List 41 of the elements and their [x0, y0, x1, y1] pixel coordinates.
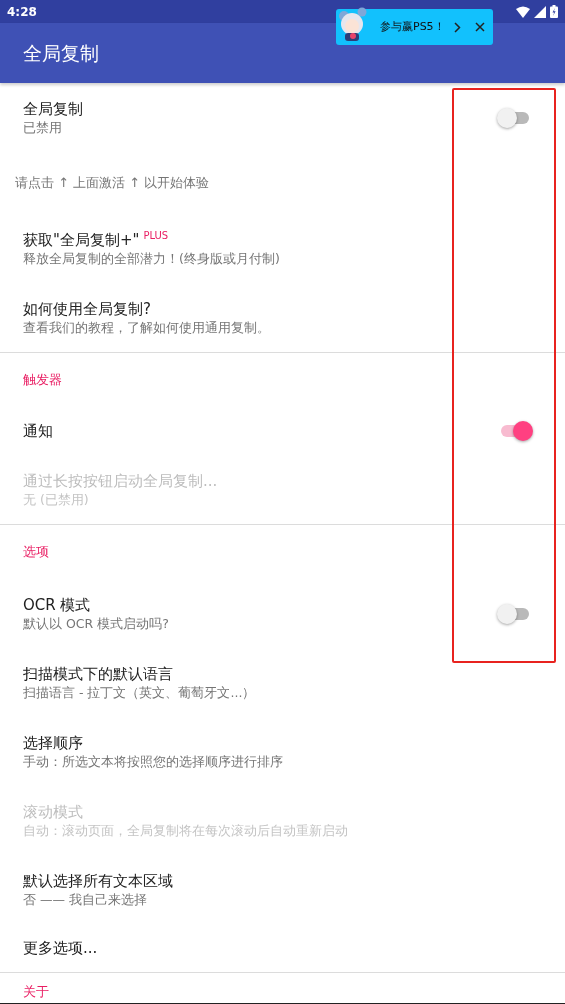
preference-title: 扫描模式下的默认语言	[23, 663, 173, 684]
section-header: 选项	[23, 543, 49, 562]
promo-text: 参与赢PS5！	[380, 18, 446, 35]
section-header: 关于	[23, 983, 49, 1002]
signal-icon	[534, 5, 546, 18]
preference-title: 获取"全局复制+"	[23, 229, 140, 250]
hint-text: 请点击 ↑ 上面激活 ↑ 以开始体验	[15, 174, 210, 193]
preference-title: 更多选项...	[23, 938, 98, 958]
plus-label: PLUS	[143, 229, 169, 242]
preference-row[interactable]: OCR 模式 默认以 OCR 模式启动吗?	[0, 579, 565, 648]
preference-title: 全局复制	[23, 98, 83, 119]
preference-title: OCR 模式	[23, 594, 91, 615]
chevron-right-icon[interactable]	[454, 21, 461, 33]
preference-summary: 否 —— 我自己来选择	[23, 890, 148, 909]
preference-summary: 默认以 OCR 模式启动吗?	[23, 614, 170, 633]
preference-title: 默认选择所有文本区域	[23, 870, 173, 891]
preference-row[interactable]: 通知	[0, 407, 565, 455]
promo-banner[interactable]: 参与赢PS5！	[336, 9, 493, 45]
status-time: 4:28	[7, 3, 37, 21]
preference-summary: 扫描语言 - 拉丁文（英文、葡萄牙文...）	[23, 683, 257, 702]
preference-title: 滚动模式	[23, 801, 83, 822]
preference-row[interactable]: 全局复制 已禁用	[0, 83, 565, 152]
app-title: 全局复制	[23, 40, 99, 66]
preference-row[interactable]: 更多选项...	[0, 924, 565, 972]
battery-icon	[550, 5, 558, 18]
close-icon[interactable]	[475, 22, 485, 32]
preference-summary: 释放全局复制的全部潜力！(终身版或月付制)	[23, 249, 281, 268]
preference-row[interactable]: 扫描模式下的默认语言 扫描语言 - 拉丁文（英文、葡萄牙文...）	[0, 648, 565, 717]
section-header: 触发器	[23, 371, 62, 390]
preference-title: 如何使用全局复制?	[23, 298, 151, 319]
preference-row[interactable]: 默认选择所有文本区域 否 —— 我自己来选择	[0, 855, 565, 924]
wifi-icon	[516, 5, 530, 18]
preference-summary: 已禁用	[23, 118, 63, 137]
preference-row[interactable]: 选择顺序 手动：所选文本将按照您的选择顺序进行排序	[0, 717, 565, 786]
preference-summary: 查看我们的教程，了解如何使用通用复制。	[23, 318, 271, 337]
preference-summary: 手动：所选文本将按照您的选择顺序进行排序	[23, 752, 284, 771]
preference-title: 选择顺序	[23, 732, 83, 753]
preference-title: 通知	[23, 421, 53, 441]
preference-row[interactable]: 如何使用全局复制? 查看我们的教程，了解如何使用通用复制。	[0, 283, 565, 352]
preference-row[interactable]: 获取"全局复制+" PLUS 释放全局复制的全部潜力！(终身版或月付制)	[0, 214, 565, 283]
preference-title: 通过长按按钮启动全局复制...	[23, 470, 218, 491]
